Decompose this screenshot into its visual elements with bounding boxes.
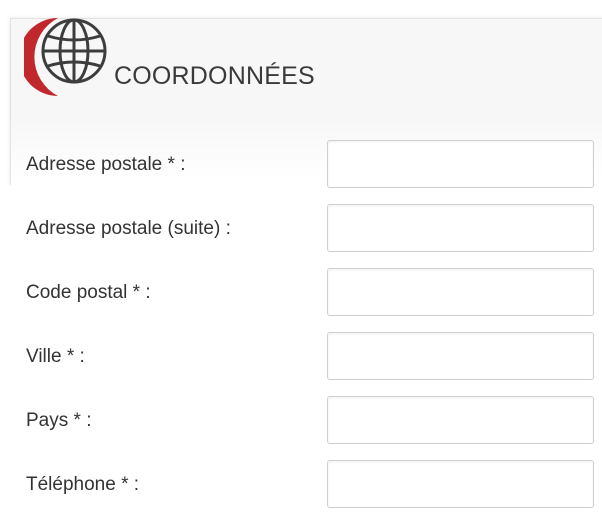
- form-row-address: Adresse postale * :: [0, 140, 602, 192]
- globe-icon: [19, 14, 110, 100]
- phone-label: Téléphone * :: [26, 474, 140, 495]
- form-row-country: Pays * :: [0, 396, 602, 448]
- address-2-input[interactable]: [327, 204, 594, 252]
- country-label: Pays * :: [26, 410, 92, 431]
- section-title: COORDONNÉES: [114, 62, 315, 90]
- phone-input[interactable]: [327, 460, 594, 508]
- city-label: Ville * :: [26, 346, 85, 367]
- address-input[interactable]: [327, 140, 594, 188]
- address-2-label: Adresse postale (suite) :: [26, 218, 231, 239]
- form-row-city: Ville * :: [0, 332, 602, 384]
- form-row-postal-code: Code postal * :: [0, 268, 602, 320]
- address-label: Adresse postale * :: [26, 154, 186, 175]
- postal-code-label: Code postal * :: [26, 282, 151, 303]
- city-input[interactable]: [327, 332, 594, 380]
- postal-code-input[interactable]: [327, 268, 594, 316]
- form-row-phone: Téléphone * :: [0, 460, 602, 512]
- country-input[interactable]: [327, 396, 594, 444]
- form-row-address-2: Adresse postale (suite) :: [0, 204, 602, 256]
